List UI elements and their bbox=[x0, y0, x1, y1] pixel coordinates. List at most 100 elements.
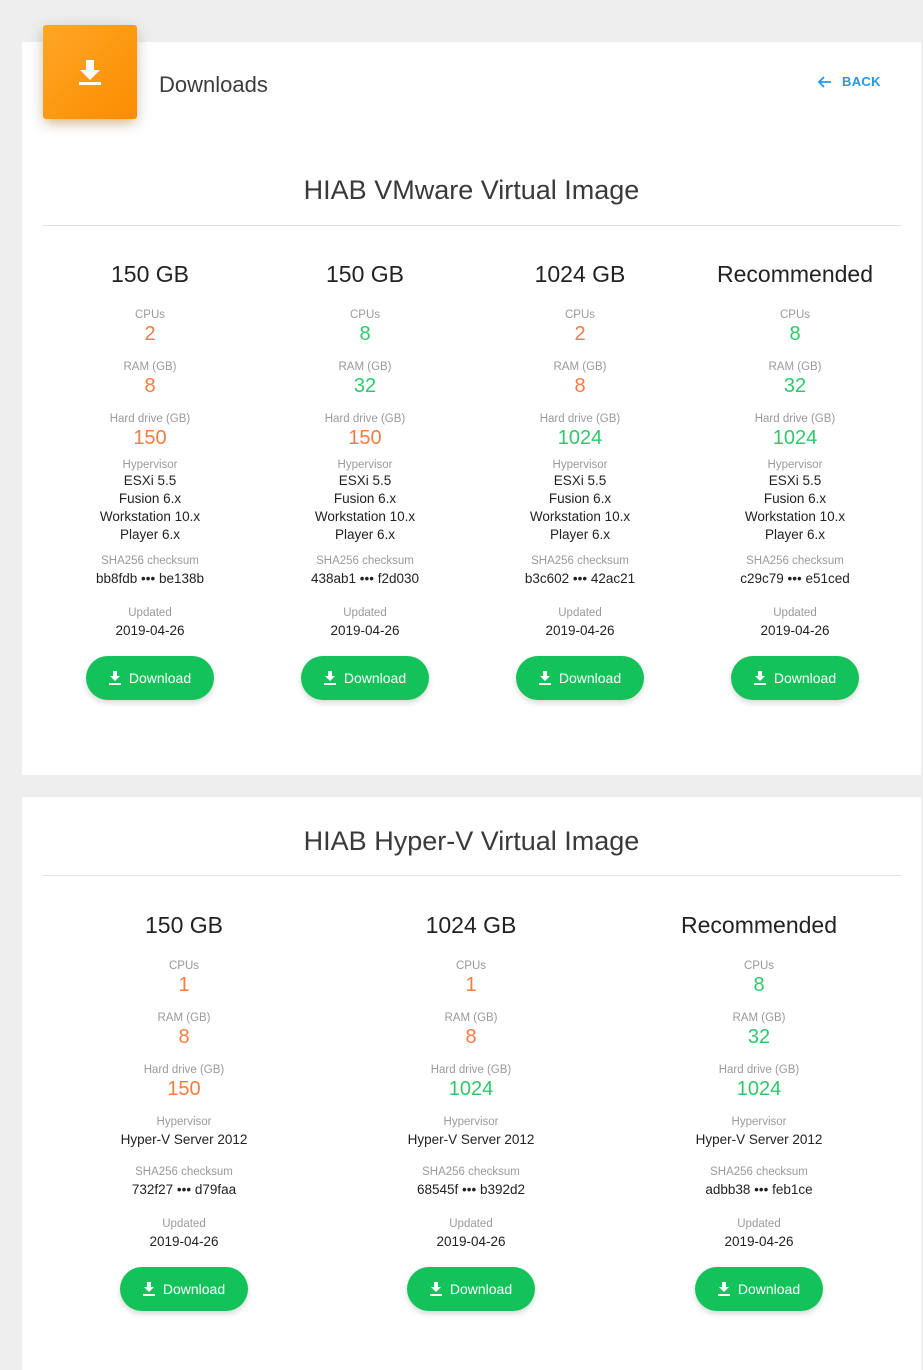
hard-drive-value: 1024 bbox=[772, 427, 818, 449]
cpus-value: 8 bbox=[359, 323, 371, 345]
arrow-left-icon bbox=[818, 75, 831, 88]
vmware-option-1: 150 GB CPUs 2 RAM (GB) 8 Hard drive (GB)… bbox=[65, 260, 235, 700]
option-title: 150 GB bbox=[326, 261, 404, 287]
download-button-label: Download bbox=[737, 1281, 801, 1297]
ram-label: RAM (GB) bbox=[768, 361, 822, 373]
vmware-option-4: Recommended CPUs 8 RAM (GB) 32 Hard driv… bbox=[710, 260, 880, 700]
hyperv-divider bbox=[42, 875, 901, 876]
option-title: 1024 GB bbox=[425, 912, 517, 938]
hypervisor-item: Fusion 6.x bbox=[118, 491, 182, 506]
download-button[interactable]: Download bbox=[120, 1267, 248, 1311]
hard-drive-label: Hard drive (GB) bbox=[143, 1064, 225, 1076]
hard-drive-value: 150 bbox=[348, 427, 382, 449]
ram-label: RAM (GB) bbox=[157, 1012, 211, 1024]
hard-drive-label: Hard drive (GB) bbox=[430, 1064, 512, 1076]
hyperv-card: HIAB Hyper-V Virtual Image 150 GB CPUs 1… bbox=[22, 797, 921, 1370]
updated-label: Updated bbox=[558, 607, 602, 619]
download-button[interactable]: Download bbox=[407, 1267, 535, 1311]
hypervisor-item: Player 6.x bbox=[334, 527, 396, 542]
ram-value: 32 bbox=[353, 375, 377, 397]
hypervisor-item: Fusion 6.x bbox=[333, 491, 397, 506]
ram-value: 8 bbox=[144, 375, 156, 397]
hyperv-option-2: 1024 GB CPUs 1 RAM (GB) 8 Hard drive (GB… bbox=[385, 911, 557, 1311]
ram-label: RAM (GB) bbox=[444, 1012, 498, 1024]
ram-value: 8 bbox=[178, 1026, 190, 1048]
ram-label: RAM (GB) bbox=[123, 361, 177, 373]
updated-label: Updated bbox=[343, 607, 387, 619]
hypervisor-label: Hypervisor bbox=[731, 1116, 787, 1128]
hard-drive-label: Hard drive (GB) bbox=[718, 1064, 800, 1076]
hard-drive-label: Hard drive (GB) bbox=[109, 413, 191, 425]
hypervisor-item: Fusion 6.x bbox=[763, 491, 827, 506]
hard-drive-value: 1024 bbox=[448, 1078, 494, 1100]
download-button[interactable]: Download bbox=[731, 656, 859, 700]
updated-value: 2019-04-26 bbox=[436, 1234, 506, 1249]
hypervisor-item: Hyper-V Server 2012 bbox=[407, 1132, 535, 1147]
download-button-label: Download bbox=[128, 670, 192, 686]
hypervisor-item: Hyper-V Server 2012 bbox=[695, 1132, 823, 1147]
option-title: 150 GB bbox=[111, 261, 189, 287]
cpus-label: CPUs bbox=[134, 309, 166, 321]
cpus-value: 8 bbox=[789, 323, 801, 345]
hypervisor-label: Hypervisor bbox=[337, 459, 393, 471]
hypervisor-item: Workstation 10.x bbox=[744, 509, 846, 524]
hypervisor-item: Fusion 6.x bbox=[548, 491, 612, 506]
download-icon bbox=[538, 671, 551, 685]
download-button-label: Download bbox=[773, 670, 837, 686]
updated-value: 2019-04-26 bbox=[545, 623, 615, 638]
sha-value: c29c79 ••• e51ced bbox=[740, 571, 850, 586]
hypervisor-item: Workstation 10.x bbox=[99, 509, 201, 524]
download-icon bbox=[323, 671, 336, 685]
cpus-label: CPUs bbox=[779, 309, 811, 321]
sha-label: SHA256 checksum bbox=[422, 1166, 520, 1178]
sha-value: 68545f ••• b392d2 bbox=[416, 1182, 526, 1197]
cpus-label: CPUs bbox=[455, 960, 487, 972]
download-button[interactable]: Download bbox=[516, 656, 644, 700]
download-button-label: Download bbox=[558, 670, 622, 686]
vmware-divider bbox=[42, 225, 901, 226]
ram-value: 32 bbox=[783, 375, 807, 397]
cpus-value: 1 bbox=[178, 974, 190, 996]
hard-drive-label: Hard drive (GB) bbox=[324, 413, 406, 425]
hard-drive-label: Hard drive (GB) bbox=[754, 413, 836, 425]
cpus-label: CPUs bbox=[743, 960, 775, 972]
download-button[interactable]: Download bbox=[301, 656, 429, 700]
hyperv-section-title: HIAB Hyper-V Virtual Image bbox=[303, 826, 640, 856]
cpus-label: CPUs bbox=[349, 309, 381, 321]
cpus-value: 8 bbox=[753, 974, 765, 996]
download-button[interactable]: Download bbox=[86, 656, 214, 700]
sha-label: SHA256 checksum bbox=[710, 1166, 808, 1178]
download-button[interactable]: Download bbox=[695, 1267, 823, 1311]
updated-label: Updated bbox=[128, 607, 172, 619]
hard-drive-value: 150 bbox=[167, 1078, 201, 1100]
downloads-header-icon bbox=[43, 25, 137, 119]
cpus-value: 2 bbox=[144, 323, 156, 345]
cpus-value: 1 bbox=[465, 974, 477, 996]
updated-value: 2019-04-26 bbox=[330, 623, 400, 638]
option-title: Recommended bbox=[717, 261, 873, 287]
hypervisor-item: Workstation 10.x bbox=[314, 509, 416, 524]
hypervisor-item: ESXi 5.5 bbox=[768, 473, 822, 488]
back-button[interactable]: BACK bbox=[818, 74, 881, 89]
updated-value: 2019-04-26 bbox=[724, 1234, 794, 1249]
sha-label: SHA256 checksum bbox=[101, 555, 199, 567]
hard-drive-value: 1024 bbox=[736, 1078, 782, 1100]
download-button-label: Download bbox=[162, 1281, 226, 1297]
hypervisor-label: Hypervisor bbox=[122, 459, 178, 471]
hypervisor-item: Player 6.x bbox=[764, 527, 826, 542]
option-title: Recommended bbox=[681, 912, 837, 938]
hypervisor-item: ESXi 5.5 bbox=[553, 473, 607, 488]
sha-label: SHA256 checksum bbox=[746, 555, 844, 567]
hypervisor-item: Player 6.x bbox=[119, 527, 181, 542]
sha-label: SHA256 checksum bbox=[135, 1166, 233, 1178]
cpus-value: 2 bbox=[574, 323, 586, 345]
hard-drive-value: 1024 bbox=[557, 427, 603, 449]
vmware-option-2: 150 GB CPUs 8 RAM (GB) 32 Hard drive (GB… bbox=[280, 260, 450, 700]
download-icon bbox=[717, 1282, 730, 1296]
ram-value: 8 bbox=[574, 375, 586, 397]
updated-label: Updated bbox=[773, 607, 817, 619]
hard-drive-label: Hard drive (GB) bbox=[539, 413, 621, 425]
sha-value: b3c602 ••• 42ac21 bbox=[524, 571, 636, 586]
ram-label: RAM (GB) bbox=[338, 361, 392, 373]
cpus-label: CPUs bbox=[168, 960, 200, 972]
